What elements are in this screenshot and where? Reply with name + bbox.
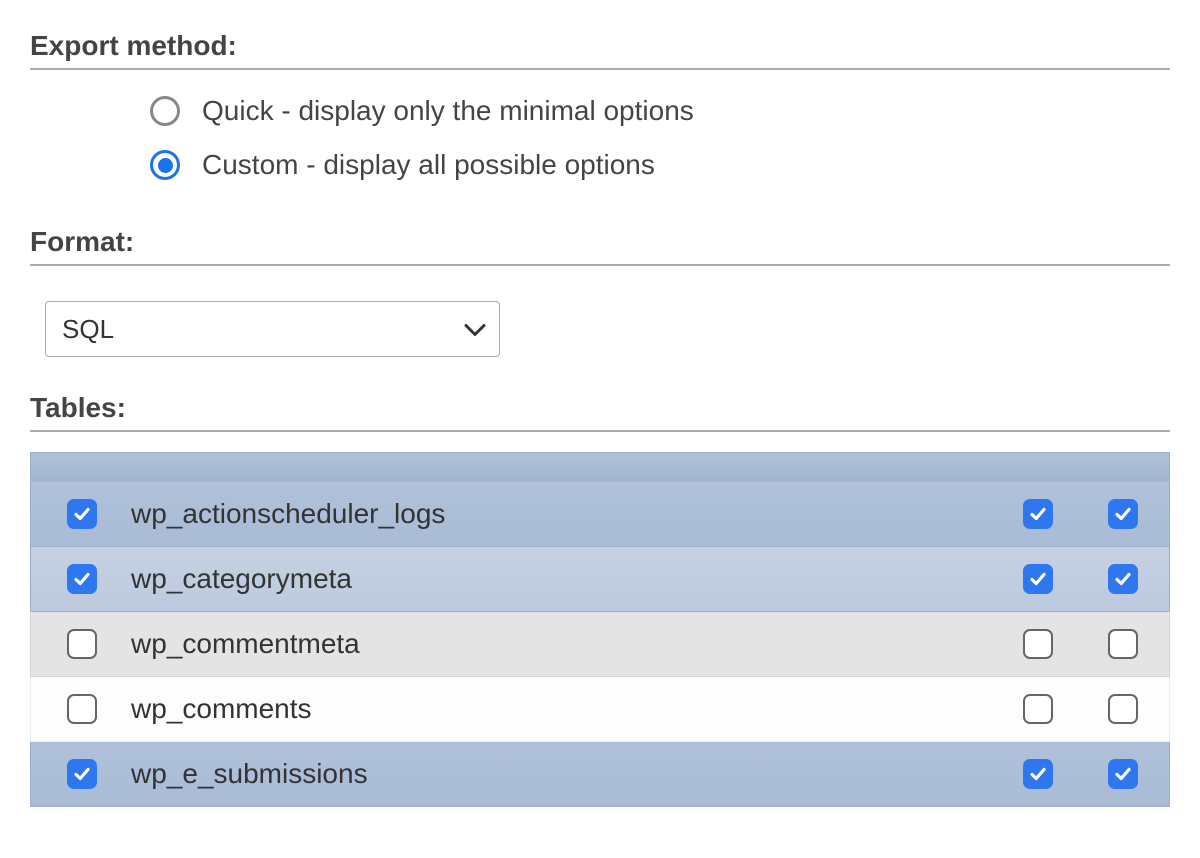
radio-quick-option[interactable]: Quick - display only the minimal options — [150, 95, 1170, 127]
radio-icon — [150, 96, 180, 126]
table-data-checkbox[interactable] — [1108, 759, 1138, 789]
format-select[interactable]: SQL — [45, 301, 500, 357]
export-method-radio-group: Quick - display only the minimal options… — [150, 95, 1170, 181]
table-name-label: wp_comments — [127, 693, 993, 725]
table-structure-checkbox[interactable] — [1023, 564, 1053, 594]
table-select-checkbox[interactable] — [67, 499, 97, 529]
export-method-heading: Export method: — [30, 30, 1170, 70]
table-data-checkbox[interactable] — [1108, 564, 1138, 594]
table-select-checkbox[interactable] — [67, 694, 97, 724]
table-row[interactable]: wp_commentmeta — [30, 612, 1170, 677]
table-name-label: wp_categorymeta — [127, 563, 993, 595]
table-select-checkbox[interactable] — [67, 759, 97, 789]
table-data-checkbox[interactable] — [1108, 499, 1138, 529]
table-structure-checkbox[interactable] — [1023, 694, 1053, 724]
table-data-checkbox[interactable] — [1108, 629, 1138, 659]
table-name-label: wp_e_submissions — [127, 758, 993, 790]
table-data-checkbox[interactable] — [1108, 694, 1138, 724]
radio-icon — [150, 150, 180, 180]
table-structure-checkbox[interactable] — [1023, 759, 1053, 789]
table-name-label: wp_commentmeta — [127, 628, 993, 660]
radio-label: Custom - display all possible options — [202, 149, 655, 181]
table-header-partial — [30, 452, 1170, 482]
radio-custom-option[interactable]: Custom - display all possible options — [150, 149, 1170, 181]
table-row[interactable]: wp_comments — [30, 677, 1170, 742]
table-select-checkbox[interactable] — [67, 564, 97, 594]
table-select-checkbox[interactable] — [67, 629, 97, 659]
table-structure-checkbox[interactable] — [1023, 629, 1053, 659]
tables-heading: Tables: — [30, 392, 1170, 432]
table-name-label: wp_actionscheduler_logs — [127, 498, 993, 530]
table-row[interactable]: wp_actionscheduler_logs — [30, 482, 1170, 547]
table-structure-checkbox[interactable] — [1023, 499, 1053, 529]
format-heading: Format: — [30, 226, 1170, 266]
radio-label: Quick - display only the minimal options — [202, 95, 694, 127]
table-row[interactable]: wp_e_submissions — [30, 742, 1170, 807]
format-selected-value: SQL — [45, 301, 500, 357]
tables-list: wp_actionscheduler_logs wp_categorymetawp… — [30, 452, 1170, 807]
table-row[interactable]: wp_categorymeta — [30, 547, 1170, 612]
